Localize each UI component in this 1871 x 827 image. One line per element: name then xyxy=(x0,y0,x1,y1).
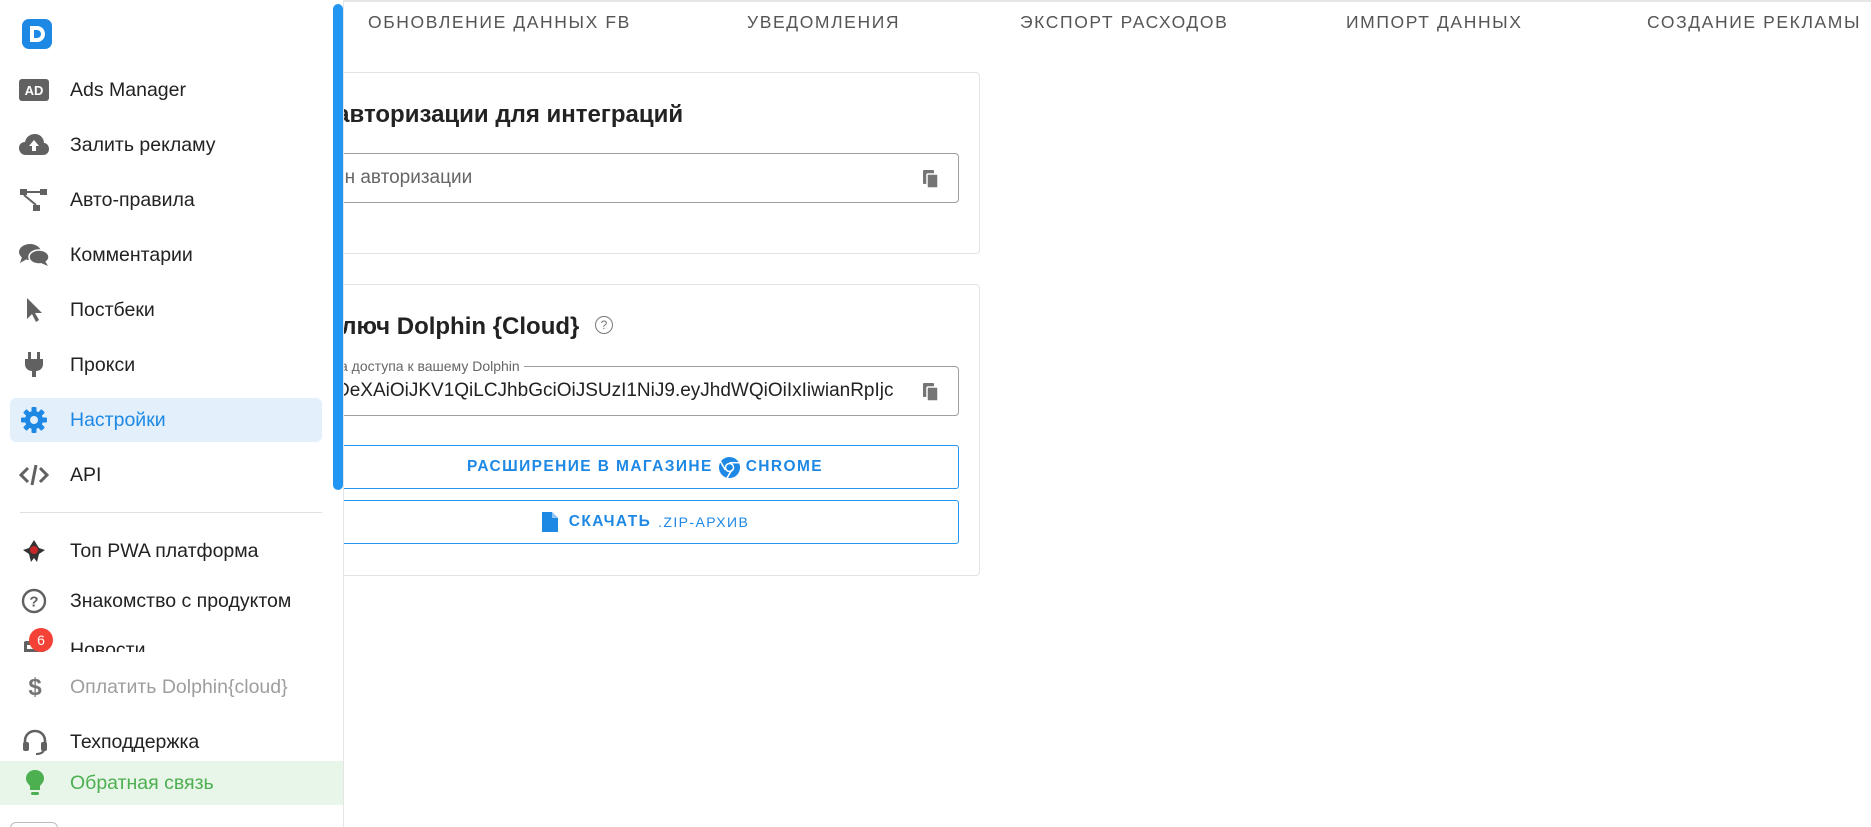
tab-ad-creation[interactable]: СОЗДАНИЕ РЕКЛАМЫ xyxy=(1647,12,1861,33)
tab-notifications[interactable]: УВЕДОМЛЕНИЯ xyxy=(747,12,900,33)
gear-icon xyxy=(18,407,50,433)
sidebar-item-ads-manager[interactable]: AD Ads Manager xyxy=(10,68,322,112)
sidebar-item-upload-ads[interactable]: Залить рекламу xyxy=(10,123,322,167)
chrome-store-label: РАСШИРЕНИЕ В МАГАЗИНЕ xyxy=(466,458,713,475)
sidebar-divider xyxy=(20,512,322,513)
zip-download-label: СКАЧАТЬ xyxy=(568,513,652,530)
sidebar-item-proxy[interactable]: Прокси xyxy=(10,343,322,387)
sidebar-item-label: Залить рекламу xyxy=(70,133,216,156)
ad-icon: AD xyxy=(18,77,50,103)
sidebar-item-label: Постбеки xyxy=(70,298,155,321)
dollar-icon: $ xyxy=(20,674,50,700)
lightbulb-icon xyxy=(20,770,50,796)
auth-token-card: н авторизации для интеграций ен авториза… xyxy=(300,72,980,254)
sidebar-scrollbar[interactable] xyxy=(333,4,343,490)
sidebar-item-label: Топ PWA платформа xyxy=(70,539,259,562)
chrome-store-button[interactable]: РАСШИРЕНИЕ В МАГАЗИНЕ CHROME xyxy=(331,445,959,489)
tab-fb-data-update[interactable]: ОБНОВЛЕНИЕ ДАННЫХ FB xyxy=(368,12,631,33)
cloud-upload-icon xyxy=(18,132,50,158)
svg-text:AD: AD xyxy=(25,83,44,98)
comments-icon xyxy=(18,242,50,268)
sidebar-item-feedback[interactable]: Обратная связь xyxy=(0,761,343,805)
copy-icon[interactable] xyxy=(922,382,940,402)
auth-token-title: н авторизации для интеграций xyxy=(315,101,684,128)
question-circle-icon: ? xyxy=(18,588,50,614)
collapse-toggle[interactable] xyxy=(10,822,58,827)
help-circle-icon[interactable]: ? xyxy=(595,316,613,334)
sidebar-item-product-tour[interactable]: ? Знакомство с продуктом xyxy=(10,579,322,623)
sidebar-item-label: Комментарии xyxy=(70,243,193,266)
tab-expense-export[interactable]: ЭКСПОРТ РАСХОДОВ xyxy=(1020,12,1228,33)
auth-token-field[interactable]: ен авторизации xyxy=(331,153,959,203)
chrome-icon xyxy=(718,456,741,479)
sidebar-item-support[interactable]: Техподдержка xyxy=(0,720,343,764)
sidebar-item-label: Ads Manager xyxy=(70,78,186,101)
sidebar-item-label: Знакомство с продуктом xyxy=(70,589,292,612)
sidebar-bottom: $ Оплатить Dolphin{cloud} Техподдержка О… xyxy=(0,652,343,827)
file-icon xyxy=(541,511,559,533)
code-icon xyxy=(18,462,50,488)
sidebar: AD Ads Manager Залить рекламу Авто-прави… xyxy=(0,0,344,827)
copy-icon[interactable] xyxy=(922,169,940,189)
cloud-key-title: ключ Dolphin {Cloud} xyxy=(329,313,580,340)
sidebar-item-label: API xyxy=(70,463,102,486)
sidebar-item-pwa[interactable]: Топ PWA платформа xyxy=(10,529,322,573)
sidebar-item-auto-rules[interactable]: Авто-правила xyxy=(10,178,322,222)
sidebar-item-settings[interactable]: Настройки xyxy=(10,398,322,442)
sidebar-item-label: Техподдержка xyxy=(70,731,200,753)
cloud-key-field[interactable]: а доступа к вашему Dolphin DeXAiOiJKV1Qi… xyxy=(331,358,959,416)
cursor-icon xyxy=(18,297,50,323)
sidebar-item-api[interactable]: API xyxy=(10,453,322,497)
sidebar-item-comments[interactable]: Комментарии xyxy=(10,233,322,277)
sidebar-item-label: Прокси xyxy=(70,353,136,376)
tab-data-import[interactable]: ИМПОРТ ДАННЫХ xyxy=(1346,12,1523,33)
news-count-badge: 6 xyxy=(29,628,53,652)
sidebar-item-label: Настройки xyxy=(70,408,166,431)
sidebar-item-label: Обратная связь xyxy=(70,772,214,794)
zip-suffix-label: .ZIP-АРХИВ xyxy=(658,514,750,530)
sidebar-item-postbacks[interactable]: Постбеки xyxy=(10,288,322,332)
zip-download-button[interactable]: СКАЧАТЬ .ZIP-АРХИВ xyxy=(331,500,959,544)
svg-text:?: ? xyxy=(29,594,38,611)
auth-token-placeholder: ен авторизации xyxy=(334,167,473,188)
sidebar-item-label: Оплатить Dolphin{cloud} xyxy=(70,676,288,698)
headset-icon xyxy=(20,729,50,755)
svg-text:$: $ xyxy=(28,674,42,700)
sidebar-item-pay[interactable]: $ Оплатить Dolphin{cloud} xyxy=(0,665,343,709)
cloud-key-value: DeXAiOiJKV1QiLCJhbGciOiJSUzI1NiJ9.eyJhdW… xyxy=(336,380,894,401)
dolphin-logo-icon[interactable] xyxy=(22,19,52,49)
sidebar-item-label: Авто-правила xyxy=(70,188,195,211)
cloud-key-card: ключ Dolphin {Cloud} ? а доступа к вашем… xyxy=(300,284,980,576)
plug-icon xyxy=(18,352,50,378)
pwa-logo-icon xyxy=(18,538,50,564)
sitemap-icon xyxy=(18,187,50,213)
chrome-brand-label: CHROME xyxy=(745,458,824,475)
